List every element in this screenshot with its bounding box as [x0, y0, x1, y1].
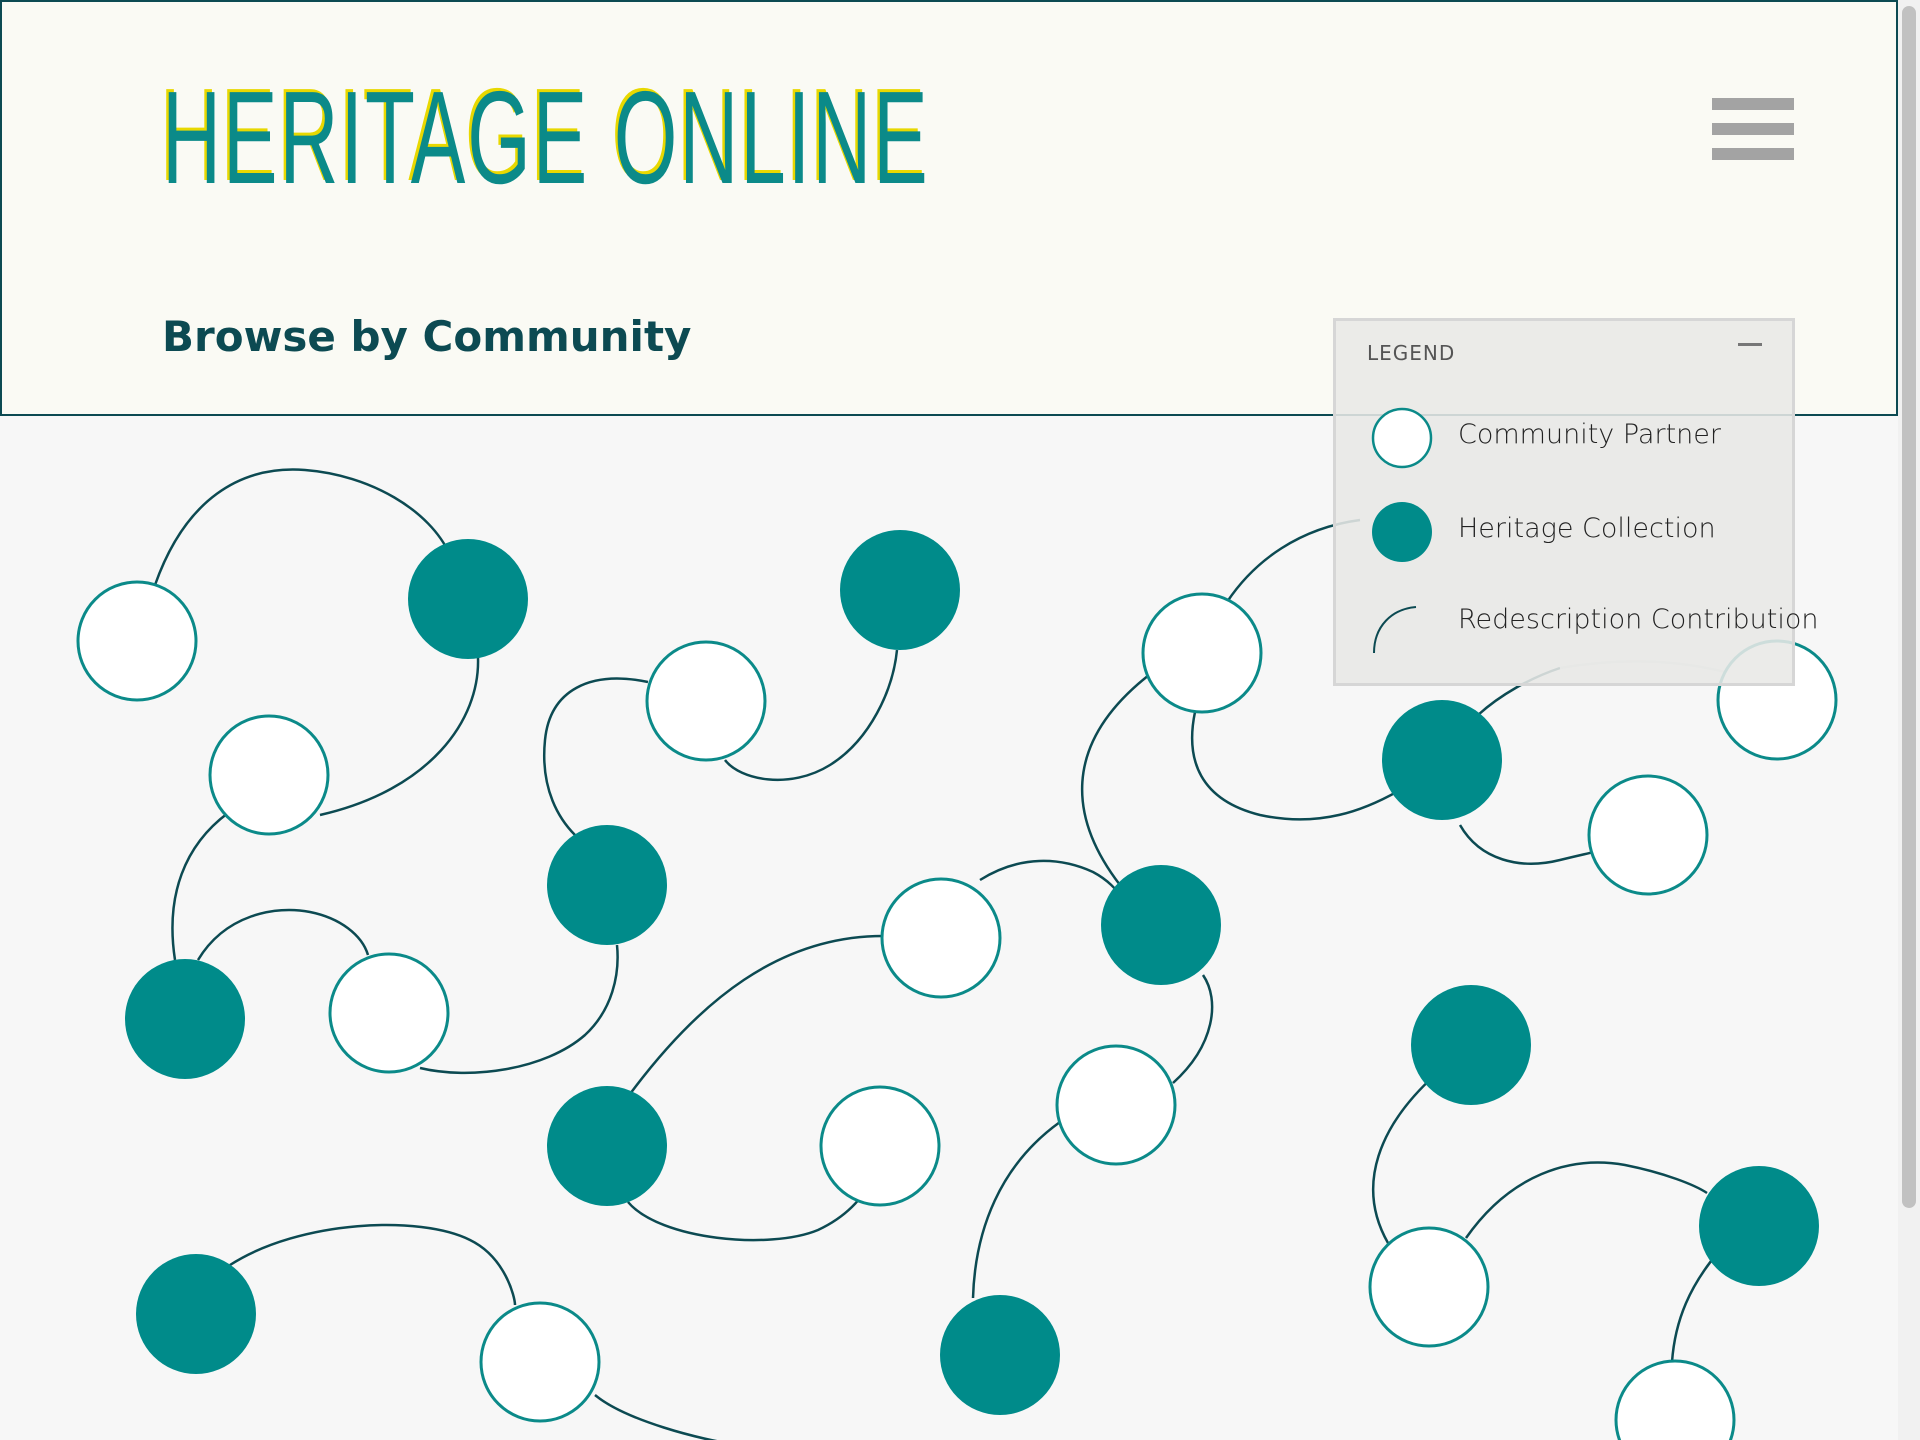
contribution-edge[interactable] [1080, 674, 1150, 886]
site-logo[interactable]: HERITAGE ONLINE [162, 72, 930, 204]
contribution-edge[interactable] [319, 657, 480, 817]
community-partner-node[interactable] [1587, 774, 1709, 896]
contribution-edge[interactable] [979, 859, 1123, 898]
heritage-collection-node[interactable] [840, 530, 960, 650]
legend-item-label: Redescription Contribution [1458, 604, 1819, 635]
heritage-collection-node[interactable] [408, 539, 528, 659]
community-partner-node[interactable] [1614, 1359, 1736, 1440]
teal-circle-icon [1372, 502, 1432, 562]
contribution-edge[interactable] [1464, 1161, 1708, 1239]
heritage-collection-node[interactable] [940, 1295, 1060, 1415]
community-partner-node[interactable] [328, 952, 450, 1074]
page-title: Browse by Community [162, 312, 692, 361]
heritage-collection-node[interactable] [1382, 700, 1502, 820]
contribution-edge[interactable] [196, 908, 370, 961]
contribution-edge[interactable] [1372, 1074, 1436, 1244]
heritage-collection-node[interactable] [1699, 1166, 1819, 1286]
contribution-edge[interactable] [1670, 1249, 1721, 1363]
contribution-edge[interactable] [628, 934, 884, 1095]
heritage-collection-node[interactable] [1101, 865, 1221, 985]
community-partner-node[interactable] [1141, 592, 1263, 714]
community-partner-node[interactable] [645, 640, 767, 762]
vertical-scrollbar[interactable] [1898, 0, 1920, 1440]
contribution-edge[interactable] [594, 1394, 740, 1440]
legend-item-label: Heritage Collection [1458, 513, 1716, 544]
white-circle-icon [1371, 407, 1433, 469]
curved-line-icon [1373, 606, 1417, 654]
contribution-edge[interactable] [1172, 974, 1214, 1084]
contribution-edge[interactable] [1458, 824, 1595, 865]
community-partner-node[interactable] [76, 580, 198, 702]
contribution-edge[interactable] [153, 468, 452, 586]
contribution-edge[interactable] [171, 811, 229, 961]
contribution-edge[interactable] [229, 1223, 517, 1306]
legend-item-community-partner: Community Partner [1336, 400, 1792, 470]
heritage-collection-node[interactable] [1411, 985, 1531, 1105]
community-partner-node[interactable] [208, 714, 330, 836]
community-partner-node[interactable] [819, 1085, 941, 1207]
legend-item-label: Community Partner [1458, 419, 1721, 450]
hamburger-menu-icon[interactable] [1712, 98, 1794, 160]
heritage-collection-node[interactable] [547, 825, 667, 945]
contribution-edge[interactable] [971, 1120, 1061, 1299]
community-partner-node[interactable] [880, 877, 1002, 999]
scrollbar-thumb[interactable] [1902, 6, 1916, 1208]
community-partner-node[interactable] [479, 1301, 601, 1423]
community-partner-node[interactable] [1055, 1044, 1177, 1166]
heritage-collection-node[interactable] [136, 1254, 256, 1374]
community-partner-node[interactable] [1368, 1226, 1490, 1348]
legend-item-heritage-collection: Heritage Collection [1336, 494, 1792, 564]
contribution-edge[interactable] [627, 1194, 864, 1242]
minus-icon[interactable] [1738, 343, 1762, 346]
legend-title: LEGEND [1367, 341, 1456, 365]
heritage-collection-node[interactable] [125, 959, 245, 1079]
contribution-edge[interactable] [542, 677, 649, 836]
legend-item-redescription-contribution: Redescription Contribution [1336, 585, 1819, 655]
contribution-edge[interactable] [1190, 711, 1401, 821]
heritage-collection-node[interactable] [547, 1086, 667, 1206]
contribution-edge[interactable] [419, 944, 619, 1075]
legend-panel: LEGEND Community Partner Heritage Collec… [1333, 318, 1819, 686]
